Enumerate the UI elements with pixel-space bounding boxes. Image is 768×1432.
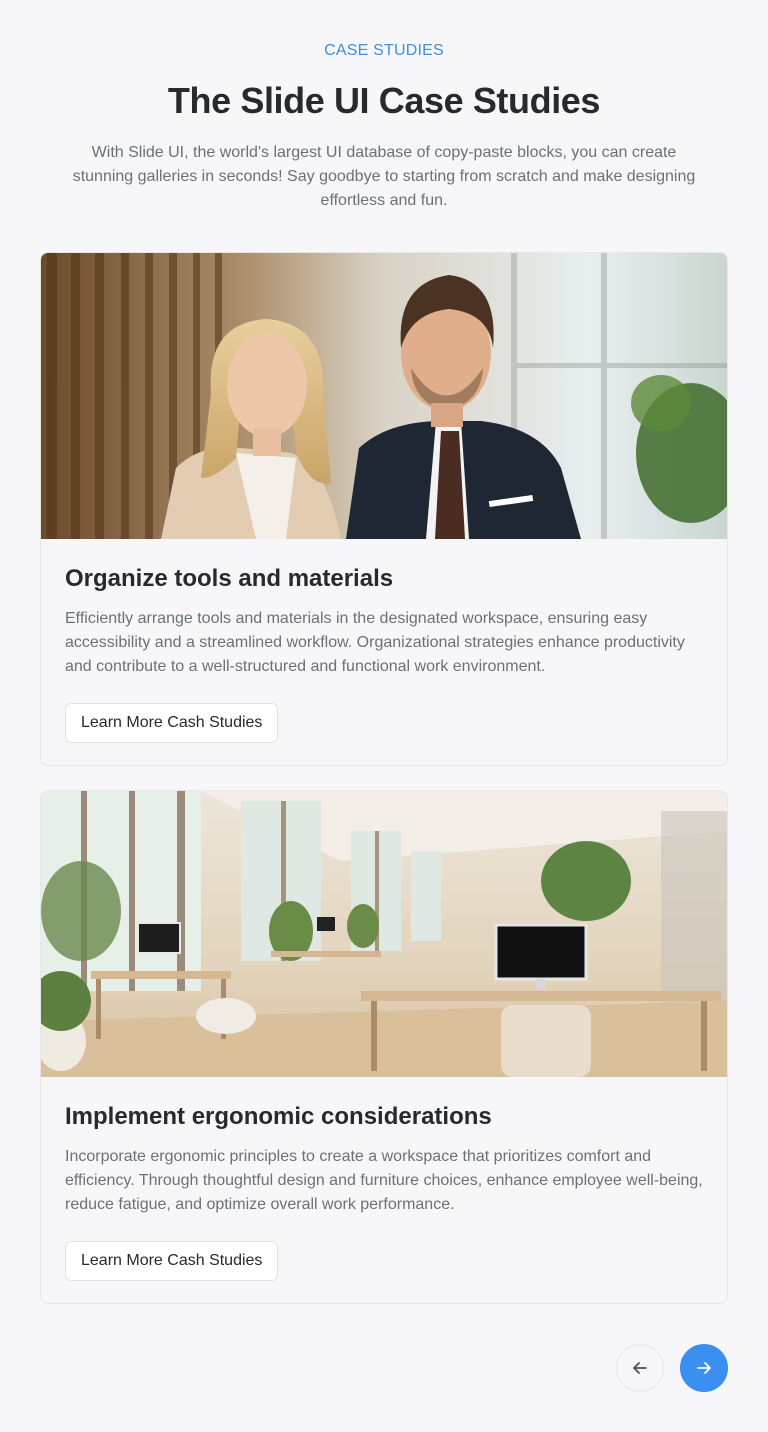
- case-study-card: Implement ergonomic considerations Incor…: [40, 790, 728, 1304]
- card-description: Efficiently arrange tools and materials …: [65, 610, 685, 675]
- office-workspace-photo: [41, 791, 727, 1077]
- page-title: The Slide UI Case Studies: [167, 80, 601, 121]
- learn-more-button[interactable]: Learn More Cash Studies: [65, 1241, 279, 1281]
- card-title: Implement ergonomic considerations: [65, 1103, 492, 1130]
- section-eyebrow: CASE STUDIES: [324, 42, 444, 59]
- page-subtitle: With Slide UI, the world's largest UI da…: [72, 144, 696, 209]
- arrow-right-icon: [697, 1362, 711, 1374]
- card-title: Organize tools and materials: [65, 565, 394, 592]
- learn-more-button[interactable]: Learn More Cash Studies: [65, 703, 279, 743]
- case-study-card: Organize tools and materials Efficiently…: [40, 252, 728, 766]
- case-studies-page: CASE STUDIES The Slide UI Case Studies W…: [0, 0, 768, 1432]
- previous-button[interactable]: [616, 1344, 664, 1392]
- card-description: Incorporate ergonomic principles to crea…: [65, 1148, 703, 1213]
- two-business-people-photo: [41, 253, 727, 539]
- arrow-left-icon: [633, 1362, 647, 1374]
- next-button[interactable]: [680, 1344, 728, 1392]
